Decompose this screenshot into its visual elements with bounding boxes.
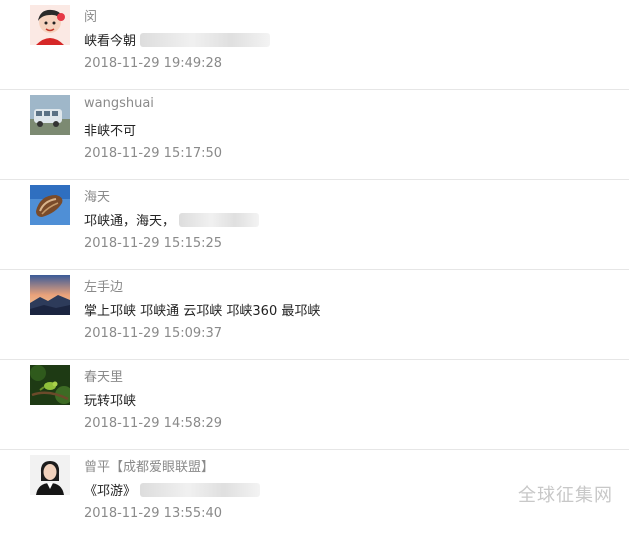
bird-branch-avatar[interactable] bbox=[30, 365, 70, 405]
comment-text: 玩转邛峡 bbox=[84, 394, 137, 409]
comment-content: 《邛游》 bbox=[84, 480, 261, 499]
comment-item: 海天 邛峡通，海天， 2018-11-29 15:15:25 bbox=[0, 180, 629, 270]
comment-content: 邛峡通，海天， bbox=[84, 210, 260, 229]
redacted-text bbox=[140, 32, 271, 47]
comment-item: 闵 峡看今朝 2018-11-29 19:49:28 bbox=[0, 0, 629, 90]
comment-username[interactable]: 闵 bbox=[84, 6, 97, 25]
sunset-landscape-avatar[interactable] bbox=[30, 275, 70, 315]
comment-list: 闵 峡看今朝 2018-11-29 19:49:28 wangshuai 非峡不… bbox=[0, 0, 629, 540]
comment-timestamp: 2018-11-29 13:55:40 bbox=[84, 506, 223, 521]
comment-content: 掌上邛峡 邛峡通 云邛峡 邛峡360 最邛峡 bbox=[84, 300, 320, 319]
comment-timestamp: 2018-11-29 15:17:50 bbox=[84, 146, 223, 161]
shell-photo-avatar[interactable] bbox=[30, 185, 70, 225]
comment-content: 玩转邛峡 bbox=[84, 390, 136, 409]
comment-timestamp: 2018-11-29 15:15:25 bbox=[84, 236, 223, 251]
redacted-text bbox=[140, 482, 261, 497]
comment-item: 春天里 玩转邛峡 2018-11-29 14:58:29 bbox=[0, 360, 629, 450]
comment-username[interactable]: 春天里 bbox=[84, 366, 123, 385]
comment-text: 掌上邛峡 邛峡通 云邛峡 邛峡360 最邛峡 bbox=[84, 304, 321, 319]
comment-text: 《邛游》 bbox=[84, 484, 137, 499]
comment-text: 非峡不可 bbox=[84, 124, 137, 139]
comment-username[interactable]: wangshuai bbox=[84, 96, 154, 111]
comment-item: wangshuai 非峡不可 2018-11-29 15:17:50 bbox=[0, 90, 629, 180]
comment-content: 非峡不可 bbox=[84, 120, 136, 139]
comment-item: 左手边 掌上邛峡 邛峡通 云邛峡 邛峡360 最邛峡 2018-11-29 15… bbox=[0, 270, 629, 360]
watermark-text: 全球征集网 bbox=[518, 485, 613, 506]
cartoon-face-avatar[interactable] bbox=[30, 5, 70, 45]
comment-username[interactable]: 海天 bbox=[84, 186, 110, 205]
comment-content: 峡看今朝 bbox=[84, 30, 271, 49]
comment-timestamp: 2018-11-29 14:58:29 bbox=[84, 416, 223, 431]
comment-text: 邛峡通，海天， bbox=[84, 214, 176, 229]
comment-timestamp: 2018-11-29 15:09:37 bbox=[84, 326, 223, 341]
comment-username[interactable]: 曾平【成都爱眼联盟】 bbox=[84, 456, 214, 475]
redacted-text bbox=[179, 212, 260, 227]
comment-timestamp: 2018-11-29 19:49:28 bbox=[84, 56, 223, 71]
comment-username[interactable]: 左手边 bbox=[84, 276, 123, 295]
woman-portrait-avatar[interactable] bbox=[30, 455, 70, 495]
van-photo-avatar[interactable] bbox=[30, 95, 70, 135]
comment-text: 峡看今朝 bbox=[84, 34, 137, 49]
